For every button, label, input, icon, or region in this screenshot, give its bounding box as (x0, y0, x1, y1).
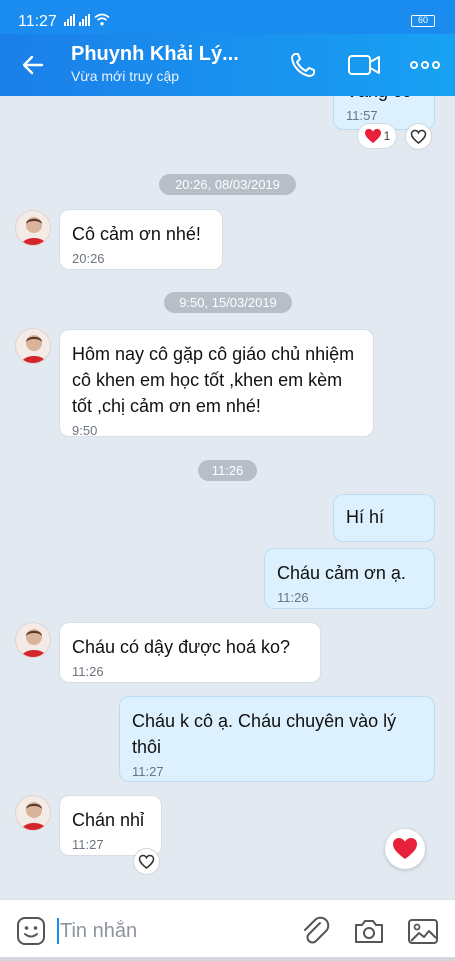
message-time: 11:57 (346, 108, 378, 123)
heart-outline-icon (138, 854, 155, 869)
message-incoming[interactable]: Chán nhỉ 11:27 (59, 795, 162, 856)
message-incoming[interactable]: Cô cảm ơn nhé! 20:26 (59, 209, 223, 270)
message-time: 9:50 (72, 423, 98, 438)
status-time: 11:27 (18, 13, 57, 30)
camera-icon[interactable] (352, 914, 386, 948)
date-separator: 20:26, 08/03/2019 (159, 174, 296, 195)
message-time: 20:26 (72, 251, 105, 266)
signal-icon (64, 14, 75, 26)
chat-header: Phuynh Khải Lý... Vừa mới truy cập (0, 34, 455, 96)
message-composer (0, 899, 455, 961)
reaction-summary[interactable]: 1 (357, 123, 397, 149)
phone-call-icon[interactable] (286, 48, 322, 82)
avatar[interactable] (15, 622, 51, 658)
message-incoming[interactable]: Hôm nay cô gặp cô giáo chủ nhiệm cô khen… (59, 329, 374, 438)
message-incoming[interactable]: Cháu có dậy được hoá ko? 11:26 (59, 622, 321, 683)
image-gallery-icon[interactable] (406, 914, 440, 948)
message-text: Hôm nay cô gặp cô giáo chủ nhiệm cô khen… (72, 344, 355, 416)
status-bar: 11:27 60 (0, 0, 455, 34)
system-nav-bar (0, 957, 455, 961)
message-list[interactable]: Vâng cô 11:57 1 20:26, 08/03/2019 Cô cảm… (0, 96, 455, 899)
message-outgoing[interactable]: Cháu cảm ơn ạ. 11:26 (264, 548, 435, 609)
message-text: Cháu k cô ạ. Cháu chuyên vào lý thôi (132, 711, 397, 757)
react-button[interactable] (133, 848, 160, 875)
battery-icon: 60 (411, 15, 435, 27)
avatar[interactable] (15, 795, 51, 831)
reaction-count: 1 (383, 129, 391, 143)
message-text: Cô cảm ơn nhé! (72, 224, 201, 244)
heart-outline-icon (410, 129, 427, 144)
signal-icons (64, 13, 110, 26)
message-text: Vâng cô (346, 96, 421, 104)
text-cursor (57, 918, 59, 944)
video-call-icon[interactable] (346, 48, 382, 82)
message-time: 11:26 (277, 590, 309, 605)
contact-status: Vừa mới truy cập (71, 68, 180, 84)
contact-name[interactable]: Phuynh Khải Lý... (71, 43, 239, 66)
avatar[interactable] (15, 210, 51, 246)
message-outgoing[interactable]: Hí hí (333, 494, 435, 542)
more-options-icon[interactable] (407, 48, 443, 82)
date-separator: 11:26 (198, 460, 257, 481)
date-separator: 9:50, 15/03/2019 (164, 292, 292, 313)
message-time: 11:27 (132, 764, 164, 779)
heart-icon (393, 838, 417, 859)
message-text: Hí hí (346, 507, 385, 527)
heart-icon (364, 128, 381, 144)
attachment-icon[interactable] (298, 914, 332, 948)
react-button[interactable] (405, 123, 432, 150)
message-text: Chán nhỉ (72, 810, 145, 830)
quick-heart-button[interactable] (385, 829, 425, 869)
wifi-icon (94, 13, 110, 26)
message-outgoing[interactable]: Cháu k cô ạ. Cháu chuyên vào lý thôi 11:… (119, 696, 435, 782)
message-text: Cháu cảm ơn ạ. (277, 563, 406, 583)
message-input[interactable] (60, 918, 280, 944)
message-text: Cháu có dậy được hoá ko? (72, 637, 290, 657)
emoji-sticker-icon[interactable] (14, 914, 48, 948)
message-time: 11:26 (72, 664, 104, 679)
avatar[interactable] (15, 328, 51, 364)
signal-icon-2 (79, 14, 90, 26)
back-arrow-icon[interactable] (18, 50, 48, 80)
